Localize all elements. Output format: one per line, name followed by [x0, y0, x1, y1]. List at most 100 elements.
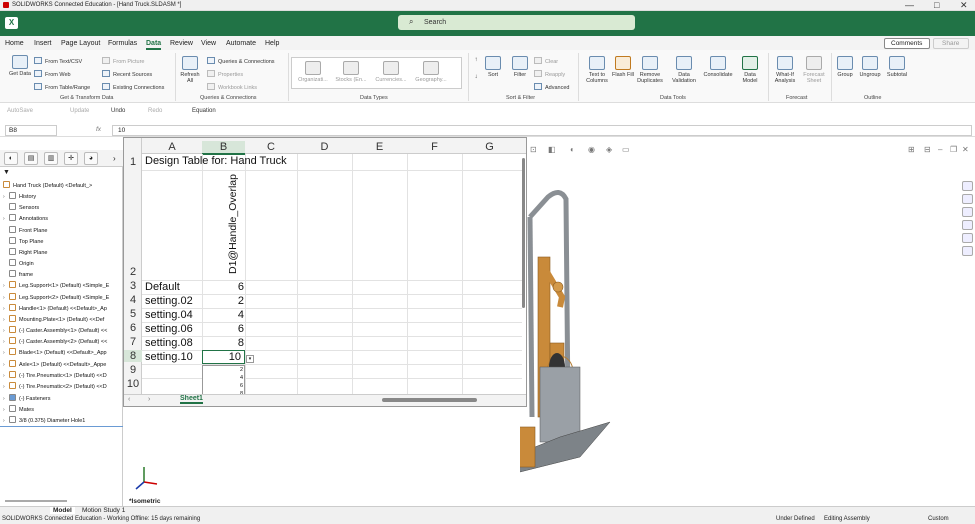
column-header-d[interactable]: D — [297, 141, 352, 155]
data-type-geography[interactable]: Geography... — [412, 61, 450, 83]
column-header-g[interactable]: G — [462, 141, 517, 155]
from-text-csv-button[interactable]: From Text/CSV — [34, 57, 82, 65]
menu-data[interactable]: Data — [146, 40, 162, 50]
row-header-6[interactable]: 6 — [124, 322, 142, 334]
tree-item-top-plane[interactable]: Top Plane — [3, 237, 43, 245]
from-picture-button[interactable]: From Picture — [102, 57, 144, 65]
comments-button[interactable]: Comments — [884, 38, 930, 49]
menu-home[interactable]: Home — [5, 40, 24, 47]
config-name-cell[interactable]: setting.10 — [145, 351, 193, 363]
column-header-a[interactable]: A — [142, 141, 202, 155]
menu-review[interactable]: Review — [170, 40, 193, 47]
close-button[interactable]: ✕ — [960, 0, 968, 11]
units-selector[interactable]: Custom — [928, 516, 949, 522]
panel-scrollbar[interactable] — [5, 500, 67, 502]
get-data-button[interactable]: Get Data — [8, 55, 32, 77]
row-header-4[interactable]: 4 — [124, 294, 142, 306]
flash-fill-button[interactable]: Flash Fill — [612, 56, 634, 78]
config-name-cell[interactable]: setting.02 — [145, 295, 193, 307]
data-validation-button[interactable]: Data Validation — [669, 56, 699, 84]
vp-close-icon[interactable]: ✕ — [962, 145, 969, 154]
undo-button[interactable]: Undo — [111, 108, 125, 114]
text-to-columns-button[interactable]: Text to Columns — [583, 56, 611, 84]
vp-minimize-icon[interactable]: – — [938, 145, 942, 154]
column-header-f[interactable]: F — [407, 141, 462, 155]
remove-duplicates-button[interactable]: Remove Duplicates — [634, 56, 666, 84]
redo-button[interactable]: Redo — [148, 108, 162, 114]
dropdown-option[interactable]: 2 — [203, 367, 243, 373]
tree-item-hole[interactable]: › 3/8 (0.375) Diameter Hole1 — [3, 416, 85, 424]
group-button[interactable]: Group — [834, 56, 856, 78]
minimize-button[interactable]: — — [905, 0, 914, 10]
config-name-cell[interactable]: setting.08 — [145, 337, 193, 349]
tree-item-mates[interactable]: › Mates — [3, 405, 34, 413]
tree-item-history[interactable]: › History — [3, 192, 36, 200]
tree-item-annotations[interactable]: › Annotations — [3, 214, 48, 222]
column-header-e[interactable]: E — [352, 141, 407, 155]
tree-item-component[interactable]: › (-) Tire.Pneumatic<2> (Default) <<D — [3, 382, 107, 390]
menu-insert[interactable]: Insert — [34, 40, 52, 47]
task-pane-resources-icon[interactable] — [962, 194, 973, 204]
dropdown-option[interactable]: 6 — [203, 383, 243, 389]
ungroup-button[interactable]: Ungroup — [857, 56, 883, 78]
subtotal-button[interactable]: Subtotal — [884, 56, 910, 78]
tab-motion-study[interactable]: Motion Study 1 — [79, 507, 128, 514]
configuration-manager-tab-icon[interactable]: ▥ — [44, 152, 58, 165]
tree-item-sensors[interactable]: Sensors — [3, 203, 39, 211]
row-header-9[interactable]: 9 — [124, 364, 142, 376]
existing-connections-button[interactable]: Existing Connections — [102, 83, 164, 91]
column-header-b[interactable]: B — [202, 141, 245, 155]
display-manager-tab-icon[interactable]: ◕ — [84, 152, 98, 165]
property-manager-tab-icon[interactable]: ▤ — [24, 152, 38, 165]
tree-item-component[interactable]: › (-) Tire.Pneumatic<1> (Default) <<D — [3, 371, 107, 379]
menu-automate[interactable]: Automate — [226, 40, 256, 47]
task-pane-explorer-icon[interactable] — [962, 220, 973, 230]
data-type-organization[interactable]: Organizati... — [295, 61, 331, 83]
from-web-button[interactable]: From Web — [34, 70, 71, 78]
menu-help[interactable]: Help — [265, 40, 279, 47]
menu-view[interactable]: View — [201, 40, 216, 47]
active-cell-value[interactable]: 10 — [204, 351, 241, 363]
split-icon[interactable]: ⊟ — [924, 145, 931, 154]
sort-az-icon[interactable]: ↑ — [471, 57, 481, 63]
sheet-tab[interactable]: Sheet1 — [180, 395, 203, 404]
dropdown-arrow-icon[interactable]: ▾ — [246, 355, 254, 363]
advanced-button[interactable]: Advanced — [534, 83, 569, 91]
view-orientation-icon[interactable]: ⊡ — [530, 145, 537, 154]
tree-item-component[interactable]: › Leg.Support<1> (Default) <Simple_E — [3, 281, 109, 289]
formula-input[interactable]: 10 — [112, 125, 972, 136]
tree-item-component[interactable]: › (-) Caster.Assembly<2> (Default) << — [3, 337, 107, 345]
share-button[interactable]: Share — [933, 38, 969, 49]
what-if-analysis-button[interactable]: What-If Analysis — [771, 56, 799, 84]
row-header-7[interactable]: 7 — [124, 336, 142, 348]
tile-icon[interactable]: ⊞ — [908, 145, 915, 154]
tree-item-right-plane[interactable]: Right Plane — [3, 248, 47, 256]
dimxpert-tab-icon[interactable]: ✛ — [64, 152, 78, 165]
design-table-spreadsheet[interactable]: A B C D E F G 1 2 3 4 5 6 7 8 9 10 Desig… — [123, 137, 527, 407]
tree-item-component[interactable]: › (-) Caster.Assembly<1> (Default) << — [3, 326, 107, 334]
feature-manager-tab-icon[interactable]: ◐ — [4, 152, 18, 165]
equation-button[interactable]: Equation — [192, 108, 216, 114]
menu-formulas[interactable]: Formulas — [108, 40, 137, 47]
row-header-8[interactable]: 8 — [124, 350, 142, 362]
reapply-button[interactable]: Reapply — [534, 70, 565, 78]
display-style-icon[interactable]: ◧ — [548, 145, 556, 154]
data-type-stocks[interactable]: Stocks (En... — [333, 61, 369, 83]
config-value-cell[interactable]: 2 — [204, 295, 244, 307]
from-table-range-button[interactable]: From Table/Range — [34, 83, 90, 91]
tree-item-front-plane[interactable]: Front Plane — [3, 226, 47, 234]
consolidate-button[interactable]: Consolidate — [702, 56, 734, 78]
sheet-next-icon[interactable]: › — [148, 396, 150, 403]
tree-item-component[interactable]: › Handle<1> (Default) <<Default>_Ap — [3, 304, 107, 312]
config-value-cell[interactable]: 8 — [204, 337, 244, 349]
config-name-cell[interactable]: setting.04 — [145, 309, 193, 321]
data-model-button[interactable]: Data Model — [737, 56, 763, 84]
properties-button[interactable]: Properties — [207, 70, 243, 78]
tree-item-root[interactable]: Hand Truck (Default) <Default_> — [3, 181, 92, 189]
queries-connections-button[interactable]: Queries & Connections — [207, 57, 275, 65]
row-header-3[interactable]: 3 — [124, 280, 142, 292]
refresh-all-button[interactable]: Refresh All — [178, 56, 202, 84]
horizontal-scrollbar[interactable] — [382, 398, 477, 402]
name-box[interactable]: B8 — [5, 125, 57, 136]
forecast-sheet-button[interactable]: Forecast Sheet — [801, 56, 827, 84]
